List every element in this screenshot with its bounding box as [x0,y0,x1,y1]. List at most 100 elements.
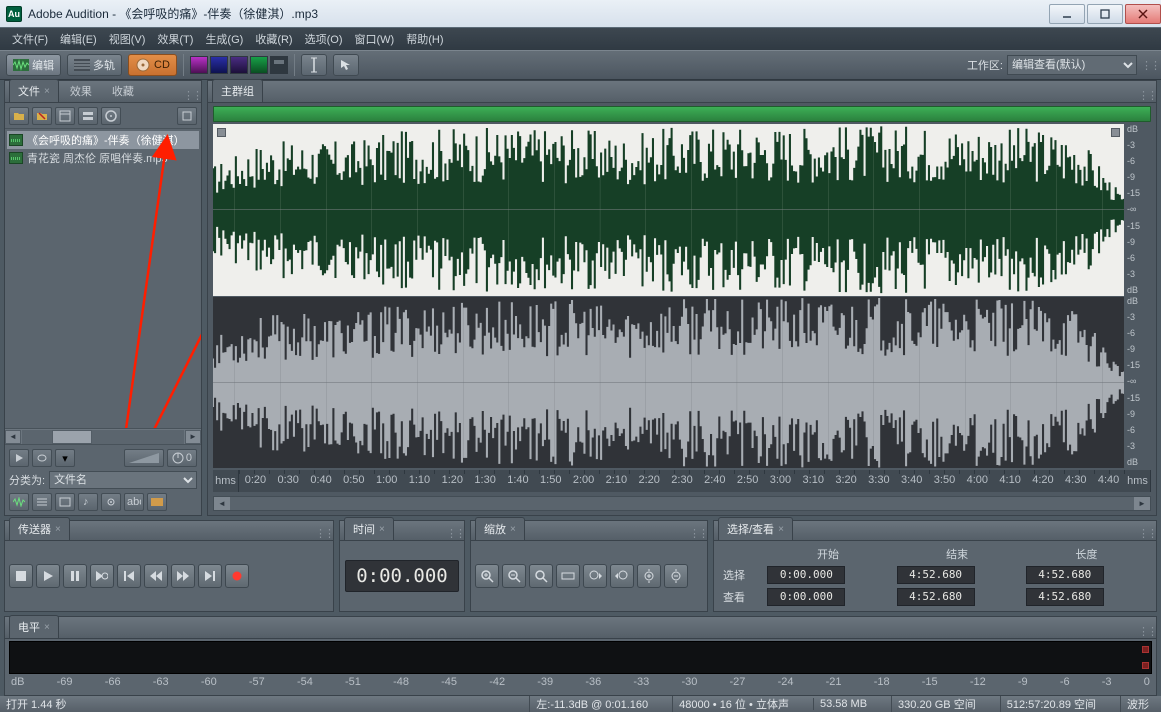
scroll-thumb[interactable] [52,430,92,444]
show-audio-button[interactable] [9,493,29,511]
scroll-left-button[interactable]: ◄ [214,497,230,510]
rewind-button[interactable] [144,564,168,588]
scroll-right-button[interactable]: ► [185,430,201,444]
close-file-button[interactable] [32,107,52,125]
spectral-pink-button[interactable] [190,56,208,74]
insert-multitrack-button[interactable] [78,107,98,125]
full-path-button[interactable]: abc [124,493,144,511]
selection-end-field[interactable]: 4:52.680 [897,566,975,584]
close-icon[interactable]: × [44,86,50,97]
level-meter[interactable] [9,641,1152,674]
menu-options[interactable]: 选项(O) [299,29,349,49]
show-marker-button[interactable] [101,493,121,511]
pause-button[interactable] [63,564,87,588]
goto-start-button[interactable] [117,564,141,588]
loop-preview-button[interactable] [32,449,52,467]
scroll-right-button[interactable]: ► [1134,497,1150,510]
grip-icon[interactable]: ⋮⋮ [1141,59,1155,72]
menu-view[interactable]: 视图(V) [103,29,152,49]
zoom-out-h-button[interactable] [502,564,526,588]
clip-indicator-right[interactable] [1142,662,1149,669]
auto-play-button[interactable]: ▾ [55,449,75,467]
grip-icon[interactable]: ⋮⋮ [1138,527,1152,540]
close-icon[interactable]: × [44,622,50,633]
volume-preview[interactable] [124,449,164,467]
close-icon[interactable]: × [379,524,385,535]
close-icon[interactable]: × [510,524,516,535]
tool-time-select[interactable] [301,54,327,76]
timeline[interactable]: hms 0:200:300:400:501:001:101:201:301:40… [213,470,1151,492]
file-list-hscroll[interactable]: ◄ ► [5,428,201,444]
time-display[interactable]: 0:00.000 [345,560,459,592]
stop-button[interactable] [9,564,33,588]
tool-marquee[interactable] [333,54,359,76]
menu-generate[interactable]: 生成(G) [199,29,249,49]
tab-transport[interactable]: 传送器× [9,517,70,540]
view-length-field[interactable]: 4:52.680 [1026,588,1104,606]
menu-help[interactable]: 帮助(H) [400,29,449,49]
minimize-button[interactable] [1049,4,1085,24]
menu-favorites[interactable]: 收藏(R) [249,29,298,49]
overview-bar[interactable] [213,106,1151,122]
list-item[interactable]: 《会呼吸的痛》-伴奏（徐健淇） [7,131,199,149]
view-cd-button[interactable]: CD [128,54,177,76]
waveform-left-channel[interactable] [213,124,1124,296]
scroll-left-button[interactable]: ◄ [5,430,21,444]
tab-main-group[interactable]: 主群组 [212,79,263,102]
grip-icon[interactable]: ⋮⋮ [446,527,460,540]
spectral-green-button[interactable] [250,56,268,74]
tab-level[interactable]: 电平× [9,615,59,638]
grip-icon[interactable]: ⋮⋮ [1138,625,1152,638]
zoom-in-left-button[interactable] [583,564,607,588]
tab-selection-view[interactable]: 选择/查看× [718,517,793,540]
sort-select[interactable]: 文件名 [49,471,197,489]
menu-window[interactable]: 窗口(W) [349,29,401,49]
zoom-out-v-button[interactable] [664,564,688,588]
zoom-in-h-button[interactable] [475,564,499,588]
goto-end-button[interactable] [198,564,222,588]
import-file-button[interactable] [9,107,29,125]
view-multitrack-button[interactable]: 多轨 [67,54,122,76]
play-button[interactable] [36,564,60,588]
view-start-field[interactable]: 0:00.000 [767,588,845,606]
play-looped-button[interactable] [90,564,114,588]
tab-effects[interactable]: 效果 [61,79,101,102]
close-icon[interactable]: × [778,524,784,535]
view-edit-button[interactable]: 编辑 [6,54,61,76]
maximize-button[interactable] [1087,4,1123,24]
zoom-selection-button[interactable] [556,564,580,588]
menu-edit[interactable]: 编辑(E) [54,29,103,49]
advanced-button[interactable] [147,493,167,511]
workspace-select[interactable]: 编辑查看(默认) [1007,55,1137,75]
view-end-field[interactable]: 4:52.680 [897,588,975,606]
zoom-full-button[interactable] [529,564,553,588]
menu-effects[interactable]: 效果(T) [151,29,199,49]
spectral-purple-button[interactable] [230,56,248,74]
waveform-hscroll[interactable]: ◄ ► [213,496,1151,511]
close-icon[interactable]: × [55,524,61,535]
forward-button[interactable] [171,564,195,588]
tab-time[interactable]: 时间× [344,517,394,540]
show-video-button[interactable] [55,493,75,511]
spectral-blue-button[interactable] [210,56,228,74]
record-button[interactable] [225,564,249,588]
tab-files[interactable]: 文件× [9,79,59,102]
grip-icon[interactable]: ⋮⋮ [315,527,329,540]
selection-length-field[interactable]: 4:52.680 [1026,566,1104,584]
grip-icon[interactable]: ⋮⋮ [1138,89,1152,102]
tab-favorites[interactable]: 收藏 [103,79,143,102]
show-loop-button[interactable] [32,493,52,511]
waveform-right-channel[interactable] [213,297,1124,469]
edit-file-button[interactable] [55,107,75,125]
list-item[interactable]: 青花瓷 周杰伦 原唱伴奏.mp3 [7,149,199,167]
options-button[interactable] [177,107,197,125]
close-button[interactable] [1125,4,1161,24]
zoom-in-right-button[interactable] [610,564,634,588]
tab-zoom[interactable]: 缩放× [475,517,525,540]
zoom-in-v-button[interactable] [637,564,661,588]
spectral-top-button[interactable] [270,56,288,74]
menu-file[interactable]: 文件(F) [6,29,54,49]
play-preview-button[interactable] [9,449,29,467]
file-list[interactable]: 《会呼吸的痛》-伴奏（徐健淇） 青花瓷 周杰伦 原唱伴奏.mp3 [5,129,201,428]
clip-indicator-right[interactable] [1142,646,1149,653]
